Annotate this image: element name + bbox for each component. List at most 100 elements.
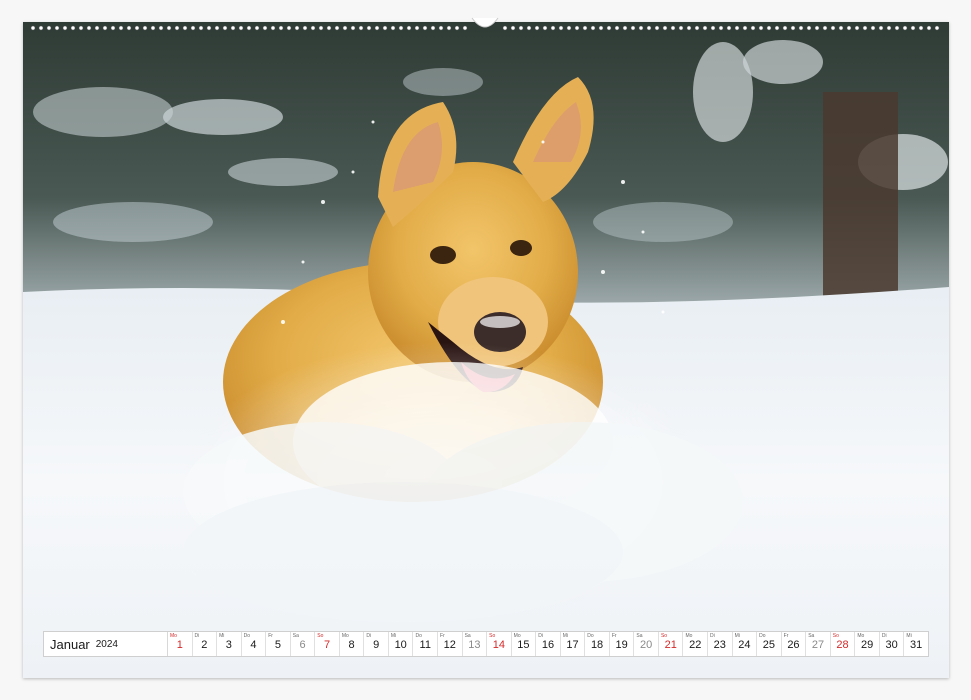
spiral-ring xyxy=(222,25,228,31)
day-cell: Do 25 xyxy=(757,632,782,656)
day-cell: Mo 1 xyxy=(168,632,193,656)
spiral-ring xyxy=(894,25,900,31)
spiral-ring xyxy=(206,25,212,31)
day-number: 21 xyxy=(664,639,677,651)
day-number: 20 xyxy=(640,639,653,651)
spiral-ring xyxy=(558,25,564,31)
day-cell: Sa 20 xyxy=(634,632,659,656)
spiral-ring xyxy=(646,25,652,31)
spiral-ring xyxy=(62,25,68,31)
spiral-ring xyxy=(630,25,636,31)
spiral-ring xyxy=(670,25,676,31)
day-number: 14 xyxy=(492,639,505,651)
day-number: 12 xyxy=(443,639,456,651)
day-cell: Fr 12 xyxy=(438,632,463,656)
day-cell: So 7 xyxy=(315,632,340,656)
spiral-ring xyxy=(46,25,52,31)
spiral-ring xyxy=(70,25,76,31)
spiral-ring xyxy=(454,25,460,31)
spiral-ring xyxy=(734,25,740,31)
spiral-ring xyxy=(798,25,804,31)
day-cells: Mo 1 Di 2 Mi 3 Do 4 Fr 5 Sa 6 So 7 Mo 8 Di 9 Mi 10 Do 11 Fr 12 S… xyxy=(168,632,928,656)
day-cell: Di 2 xyxy=(193,632,218,656)
day-number: 22 xyxy=(689,639,702,651)
spiral-ring xyxy=(350,25,356,31)
day-number: 7 xyxy=(323,639,331,651)
spiral-ring xyxy=(246,25,252,31)
day-cell: Mi 24 xyxy=(733,632,758,656)
calendar-page: Januar 2024 Mo 1 Di 2 Mi 3 Do 4 Fr 5 Sa 6 So 7 Mo 8 Di 9 M… xyxy=(0,0,971,700)
spiral-ring xyxy=(854,25,860,31)
day-cell: Mi 31 xyxy=(904,632,928,656)
day-cell: Sa 6 xyxy=(291,632,316,656)
spiral-ring xyxy=(342,25,348,31)
day-cell: Do 4 xyxy=(242,632,267,656)
day-number: 10 xyxy=(394,639,407,651)
spiral-ring xyxy=(406,25,412,31)
spiral-ring xyxy=(702,25,708,31)
spiral-ring xyxy=(566,25,572,31)
day-number: 18 xyxy=(590,639,604,651)
spiral-ring xyxy=(374,25,380,31)
spiral-ring xyxy=(270,25,276,31)
spiral-ring xyxy=(678,25,684,31)
hanger-hook-icon xyxy=(471,17,499,28)
spiral-ring xyxy=(462,25,468,31)
spiral-ring xyxy=(710,25,716,31)
day-cell: So 14 xyxy=(487,632,512,656)
spiral-ring xyxy=(902,25,908,31)
spiral-ring xyxy=(718,25,724,31)
spiral-ring xyxy=(878,25,884,31)
spiral-ring xyxy=(606,25,612,31)
day-number: 31 xyxy=(910,639,923,651)
day-number: 19 xyxy=(615,639,628,651)
spiral-ring xyxy=(398,25,404,31)
spiral-ring xyxy=(510,25,516,31)
spiral-ring xyxy=(310,25,316,31)
spiral-ring xyxy=(862,25,868,31)
spiral-ring xyxy=(622,25,628,31)
spiral-ring xyxy=(774,25,780,31)
spiral-ring xyxy=(302,25,308,31)
spiral-ring xyxy=(166,25,172,31)
day-cell: Mi 17 xyxy=(561,632,586,656)
day-cell: Do 18 xyxy=(585,632,610,656)
spiral-ring xyxy=(262,25,268,31)
day-number: 6 xyxy=(299,639,306,651)
spiral-ring xyxy=(726,25,732,31)
spiral-ring xyxy=(142,25,148,31)
day-cell: Di 16 xyxy=(536,632,561,656)
spiral-ring xyxy=(918,25,924,31)
spiral-ring xyxy=(294,25,300,31)
spiral-ring xyxy=(926,25,932,31)
spiral-ring xyxy=(198,25,204,31)
spiral-ring xyxy=(686,25,692,31)
spiral-ring xyxy=(214,25,220,31)
spiral-ring xyxy=(318,25,324,31)
spiral-ring xyxy=(230,25,236,31)
day-number: 9 xyxy=(373,639,380,651)
spiral-ring xyxy=(750,25,756,31)
spiral-ring xyxy=(358,25,364,31)
day-cell: So 28 xyxy=(831,632,856,656)
day-number: 3 xyxy=(225,639,232,651)
day-number: 11 xyxy=(419,639,431,651)
spiral-ring xyxy=(366,25,372,31)
spiral-ring xyxy=(30,25,36,31)
day-number: 16 xyxy=(541,639,555,651)
spiral-ring xyxy=(814,25,820,31)
spiral-ring xyxy=(278,25,284,31)
day-cell: Mo 15 xyxy=(512,632,537,656)
day-number: 26 xyxy=(787,639,800,651)
spiral-ring xyxy=(838,25,844,31)
spiral-ring xyxy=(870,25,876,31)
spiral-ring xyxy=(886,25,892,31)
day-number: 23 xyxy=(713,639,726,651)
spiral-ring xyxy=(534,25,540,31)
spiral-ring xyxy=(910,25,916,31)
spiral-ring xyxy=(158,25,164,31)
spiral-ring xyxy=(150,25,156,31)
spiral-ring xyxy=(614,25,620,31)
spiral-ring xyxy=(334,25,340,31)
day-cell: Sa 27 xyxy=(806,632,831,656)
